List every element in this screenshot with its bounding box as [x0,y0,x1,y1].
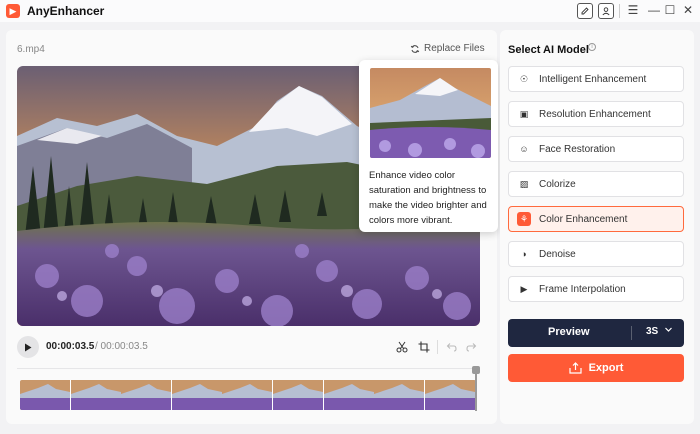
robot-icon: ☉ [519,73,529,84]
timeline-frame [323,380,375,410]
timeline-frame [272,380,324,410]
denoise-icon: ◑ [521,249,527,259]
preview-button[interactable]: Preview 3S [508,319,684,347]
playhead-handle[interactable] [472,366,480,374]
color-enhance-icon: ⚘ [517,212,531,226]
crop-icon[interactable] [417,340,431,354]
timeline-frame [121,380,172,410]
export-icon [568,362,582,374]
redo-icon[interactable] [465,340,479,354]
titlebar-separator [619,4,620,18]
timeline-frame [424,380,476,410]
model-color-enhancement[interactable]: ⚘ Color Enhancement [508,206,684,232]
timeline-frame [70,380,122,410]
model-resolution-enhancement[interactable]: ▣ Resolution Enhancement [508,101,684,127]
chevron-down-icon[interactable] [664,325,673,337]
model-colorize[interactable]: ▨ Colorize [508,171,684,197]
model-label: Intelligent Enhancement [539,73,647,85]
tooltip-thumbnail [370,68,491,158]
refresh-icon [410,44,420,53]
model-denoise[interactable]: ◑ Denoise [508,241,684,267]
model-frame-interpolation[interactable]: ▶ Frame Interpolation [508,276,684,302]
info-icon[interactable]: i [588,43,596,51]
app-logo-icon: ▶ [6,4,20,18]
model-label: Color Enhancement [539,213,628,225]
model-label: Resolution Enhancement [539,108,651,120]
preview-label: Preview [548,326,590,338]
model-heading: Select AI Model [508,44,589,56]
maximize-icon[interactable]: ☐ [662,2,678,18]
export-button[interactable]: Export [508,354,684,382]
model-label: Face Restoration [539,143,616,155]
model-intelligent-enhancement[interactable]: ☉ Intelligent Enhancement [508,66,684,92]
title-bar: ▶ AnyEnhancer ☰ — ☐ ✕ [0,0,700,22]
resolution-icon: ▣ [519,108,529,119]
timeline-divider [17,368,480,369]
export-label: Export [588,362,624,374]
timeline-frame [374,380,425,410]
file-name: 6.mp4 [17,44,45,55]
current-time: 00:00:03.5 [46,341,95,352]
preview-separator [631,326,632,340]
account-icon[interactable] [598,3,614,19]
timeline-frame [222,380,273,410]
app-title: AnyEnhancer [27,4,105,18]
timeline-frame [171,380,223,410]
play-icon [25,343,32,351]
timeline-frame [20,380,71,410]
model-label: Colorize [539,178,576,190]
replace-files-button[interactable]: Replace Files [410,43,485,54]
timeline-strip[interactable] [20,380,476,410]
total-time: / 00:00:03.5 [95,341,148,352]
model-tooltip: Enhance video color saturation and brigh… [359,60,498,232]
colorize-icon: ▨ [519,178,529,189]
control-separator [437,340,438,354]
replace-files-label: Replace Files [424,43,485,54]
close-icon[interactable]: ✕ [680,2,696,18]
cut-icon[interactable] [395,340,409,354]
minimize-icon[interactable]: — [646,2,662,18]
menu-icon[interactable]: ☰ [625,2,641,18]
play-button[interactable] [17,336,39,358]
undo-icon[interactable] [444,340,458,354]
edit-icon[interactable] [577,3,593,19]
model-face-restoration[interactable]: ☺ Face Restoration [508,136,684,162]
frame-interp-icon: ▶ [520,283,528,294]
preview-duration-select[interactable]: 3S [646,326,658,337]
tooltip-description: Enhance video color saturation and brigh… [369,170,487,226]
face-icon: ☺ [519,144,529,154]
model-label: Denoise [539,248,576,260]
model-label: Frame Interpolation [539,283,626,295]
